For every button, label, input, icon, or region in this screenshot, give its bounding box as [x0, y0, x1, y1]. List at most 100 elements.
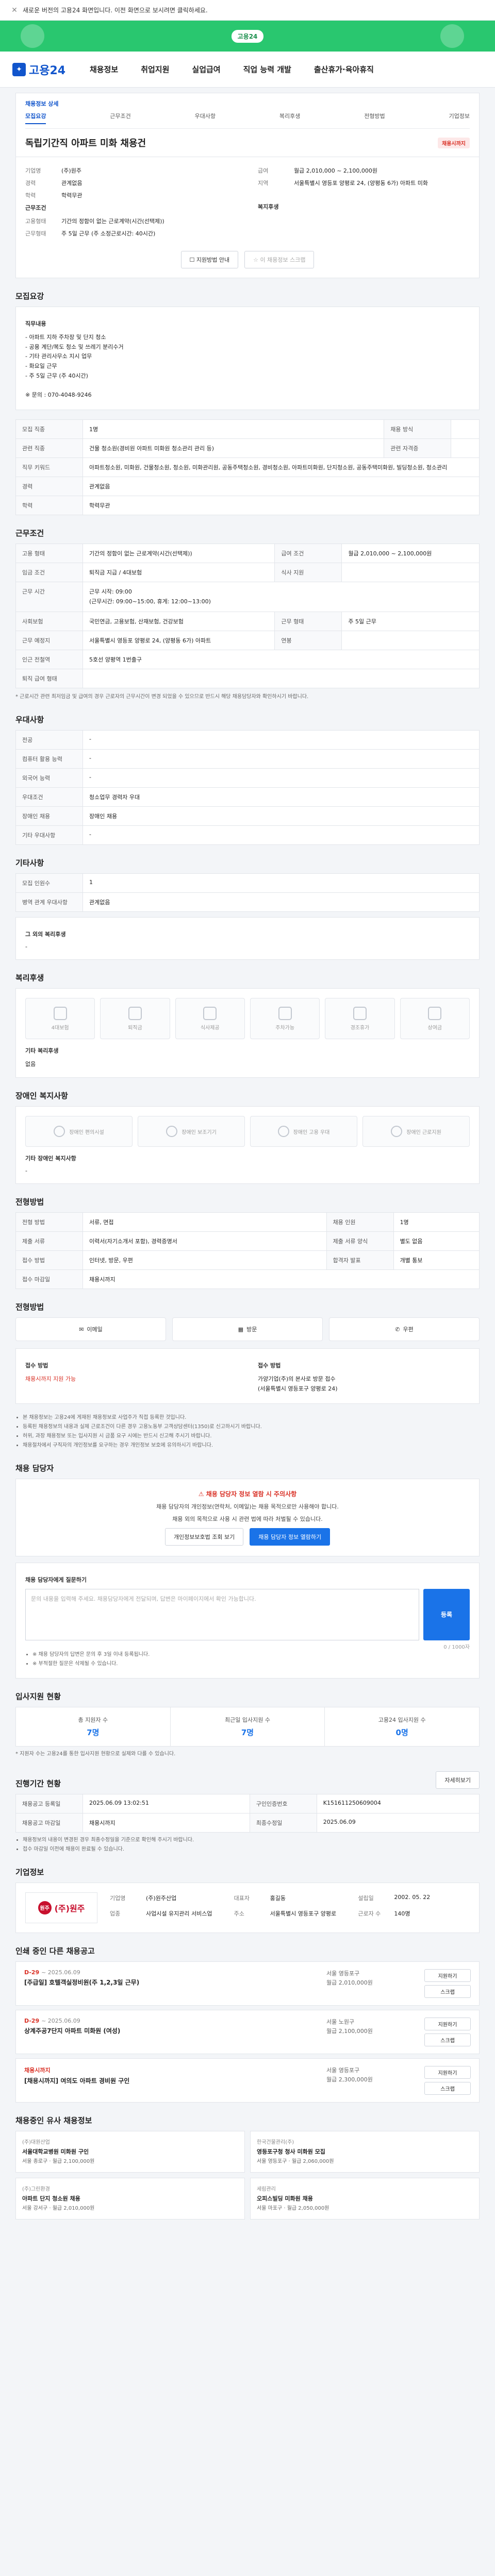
section-pref: 우대사항	[15, 715, 44, 725]
gnb-item-benefit[interactable]: 실업급여	[192, 64, 220, 75]
gnb-item-leave[interactable]: 출산휴가·육아휴직	[314, 64, 374, 75]
list-item[interactable]: 채용시까지 [채용시까지] 여의도 아파트 경비원 구인 서울 영등포구 월급 2…	[15, 2058, 480, 2103]
process-table: 전형 방법 서류, 면접 채용 인원 1명 제출 서류 이력서(자기소개서 포함), 경…	[15, 1212, 480, 1290]
apply-methods: ✉ 이메일 ▦ 방문 ✆ 우편	[15, 1317, 480, 1342]
scrap-button[interactable]: 스크랩	[424, 1985, 471, 1998]
section-recruit: 모집요강	[15, 292, 44, 301]
stat-item: 총 지원자 수 7명	[16, 1707, 171, 1746]
privacy-view-button[interactable]: 개인정보보호법 조회 보기	[164, 1528, 244, 1546]
list-item[interactable]: D-29 ~ 2025.06.09 [주급일] 호텔객실정비원(주 1,2,3일 …	[15, 1961, 480, 2006]
tab-company[interactable]: 기업정보	[449, 112, 469, 124]
gnb-item-support[interactable]: 취업지원	[141, 64, 169, 75]
similar-job-card[interactable]: (주)그린환경 아파트 단지 청소원 채용 서울 강서구 · 월급 2,010,00…	[15, 2177, 245, 2219]
accessibility-icon	[54, 1126, 65, 1138]
insurance-icon	[53, 1006, 67, 1020]
apply-button[interactable]: 지원하기	[424, 2065, 471, 2079]
gnb-item-training[interactable]: 직업 능력 개발	[243, 64, 291, 75]
duty-text: - 아파트 지하 주차장 및 단지 청소 - 공용 계단/복도 청소 및 쓰레기…	[25, 334, 124, 399]
work-note: * 근로시간 관련 최저임금 및 급여의 경우 근로자의 근무시간이 변경 되었…	[15, 694, 309, 700]
company-card: 원주 (주)원주 기업명 (주)원주산업 대표자 홍길동 설립일 2002. 05. 2…	[15, 1882, 480, 1933]
job-header: 채용정보 상세 모집요강 근무조건 우대사항 복리후생 전형방법 기업정보 독립…	[15, 93, 480, 157]
scrap-button[interactable]: ☆ 이 채용정보 스크랩	[244, 251, 315, 268]
tab-process[interactable]: 전형방법	[364, 112, 385, 124]
money-icon	[128, 1006, 142, 1020]
promo-banner[interactable]: 고용24	[0, 21, 495, 52]
progress-more-button[interactable]: 자세히보기	[436, 1771, 480, 1789]
method-email[interactable]: ✉ 이메일	[15, 1317, 166, 1342]
breadcrumb: 채용정보 상세	[25, 99, 470, 108]
qa-counter: 0 / 1000자	[443, 1644, 470, 1650]
section-tabs: 모집요강 근무조건 우대사항 복리후생 전형방법 기업정보	[25, 112, 470, 129]
notice-text[interactable]: 새로운 버전의 고용24 화면입니다. 이전 화면으로 보시려면 클릭하세요.	[23, 6, 208, 14]
gnb-item-jobs[interactable]: 채용정보	[90, 64, 118, 75]
section-other: 기타사항	[15, 858, 44, 868]
scrap-button[interactable]: 스크랩	[424, 2081, 471, 2095]
job-title: 독립기간직 아파트 미화 채용건	[25, 138, 146, 149]
gnb-menu: 채용정보 취업지원 실업급여 직업 능력 개발 출산휴가·육아휴직	[90, 64, 374, 75]
scrap-button[interactable]: 스크랩	[424, 2033, 471, 2046]
section-contact: 채용 담당자	[15, 1463, 54, 1473]
pref-table: 전공 - 컴퓨터 활용 능력 - 외국어 능력 - 우대조건 청소업무 경력자 우대 장…	[15, 730, 480, 845]
similar-job-card[interactable]: (주)대원산업 서울대학교병원 미화원 구인 서울 종로구 · 월급 2,100,0…	[15, 2130, 245, 2173]
global-nav: ✦ 고용24 채용정보 취업지원 실업급여 직업 능력 개발 출산휴가·육아휴직	[0, 52, 495, 88]
section-apply: 전형방법	[15, 1302, 44, 1312]
method-visit[interactable]: ▦ 방문	[172, 1317, 323, 1342]
recruit-card: 직무내용 - 아파트 지하 주차장 및 단지 청소 - 공용 계단/복도 청소 …	[15, 307, 480, 410]
stat-item: 고용24 입사지원 수 0명	[378, 1716, 426, 1737]
company-logo: 원주 (주)원주	[25, 1892, 97, 1923]
deadline-badge: 채용시까지	[438, 137, 470, 148]
method-post[interactable]: ✆ 우편	[329, 1317, 480, 1342]
gift-icon	[353, 1006, 367, 1020]
promo-label[interactable]: 고용24	[231, 29, 264, 43]
section-other-jobs: 인쇄 중인 다른 채용공고	[15, 1946, 95, 1956]
similar-job-card[interactable]: 세림관리 오피스빌딩 미화원 채용 서울 마포구 · 월급 2,050,000원	[250, 2177, 480, 2219]
support-icon	[391, 1126, 403, 1138]
close-icon[interactable]: ✕	[10, 6, 19, 14]
apply-detail: 접수 방법 채용시까지 지원 가능 접수 방법 가양기업(주)의 본사로 방문 …	[15, 1348, 480, 1404]
section-progress: 진행기간 현황	[15, 1778, 61, 1788]
tab-pref[interactable]: 우대사항	[195, 112, 216, 124]
welfare-card: 4대보험 퇴직금 식사제공 주차가능 경조휴가 상여금 기타 복리후생 없음	[15, 988, 480, 1078]
similar-job-card[interactable]: 한국건물관리(주) 영등포구청 청사 미화원 모집 서울 영등포구 · 월급 2,0…	[250, 2130, 480, 2173]
welfare-item: 경조휴가	[325, 998, 395, 1040]
recruit-table: 모집 직종 1명 채용 방식 관련 직종 건물 청소원(경비원 아파트 미화원 청소관…	[15, 419, 480, 515]
job-summary: 기업명 (주)원주 경력 관계없음 학력 학력무관 근무조건 고용형태 기간의 정함이 …	[15, 157, 480, 278]
other-table: 모집 인원수 1 병역 관계 우대사항 관계없음	[15, 873, 480, 912]
stat-item: 최근일 입사지원 수 7명	[171, 1707, 325, 1746]
welfare-item: 상여금	[400, 998, 470, 1040]
tab-recruit[interactable]: 모집요강	[25, 112, 46, 124]
meal-icon	[203, 1006, 217, 1020]
device-icon	[166, 1126, 178, 1138]
welfare2-item: 장애인 고용 우대	[250, 1116, 357, 1147]
breadcrumb-current: 채용정보 상세	[25, 100, 59, 107]
welfare-title: 복지후생	[258, 204, 279, 210]
process-notes: 본 채용정보는 고용24에 게재된 채용정보로 사업주가 직접 등록한 것입니다…	[15, 1413, 480, 1450]
apply-guide-button[interactable]: ☐ 지원방법 안내	[180, 251, 239, 268]
tab-welfare[interactable]: 복리후생	[279, 112, 300, 124]
similar-jobs: (주)대원산업 서울대학교병원 미화원 구인 서울 종로구 · 월급 2,100,0…	[15, 2130, 480, 2219]
welfare-item: 식사제공	[175, 998, 245, 1040]
qa-submit-button[interactable]: 등록	[423, 1588, 470, 1640]
contact-reveal-button[interactable]: 채용 담당자 정보 열람하기	[250, 1528, 331, 1546]
apply-button[interactable]: 지원하기	[424, 2017, 471, 2030]
welfare-item: 4대보험	[25, 998, 95, 1040]
other-extra: 그 외의 복리후생 -	[15, 917, 480, 960]
qa-input[interactable]: 문의 내용을 입력해 주세요. 채용담당자에게 전달되며, 답변은 마이페이지에…	[25, 1588, 419, 1640]
notice-bar: ✕ 새로운 버전의 고용24 화면입니다. 이전 화면으로 보시려면 클릭하세요…	[0, 0, 495, 21]
welfare2-item: 장애인 보조기기	[138, 1116, 245, 1147]
welfare2-item: 장애인 근로지원	[362, 1116, 470, 1147]
progress-table: 채용공고 등록일 2025.06.09 13:02:51 구인인증번호 K151611…	[15, 1793, 480, 1833]
logo-icon: ✦	[12, 62, 26, 76]
parking-icon	[278, 1006, 292, 1020]
tab-work[interactable]: 근무조건	[110, 112, 130, 124]
post-icon: ✆	[395, 1326, 400, 1333]
mail-icon: ✉	[79, 1326, 84, 1333]
section-statistics: 입사지원 현황	[15, 1691, 61, 1701]
site-logo[interactable]: ✦ 고용24	[12, 61, 90, 78]
contact-alert: ⚠ 채용 담당자 정보 열람 시 주의사항 채용 담당자의 개인정보(연락처, …	[15, 1478, 480, 1556]
handshake-icon	[277, 1126, 289, 1138]
apply-button[interactable]: 지원하기	[424, 1969, 471, 1982]
cond-title: 근무조건	[25, 205, 46, 211]
welfare2-card: 장애인 편의시설 장애인 보조기기 장애인 고용 우대 장애인 근로지원 기타 …	[15, 1106, 480, 1184]
list-item[interactable]: D-29 ~ 2025.06.09 상계주공7단지 아파트 미화원 (여성) 서울…	[15, 2009, 480, 2054]
